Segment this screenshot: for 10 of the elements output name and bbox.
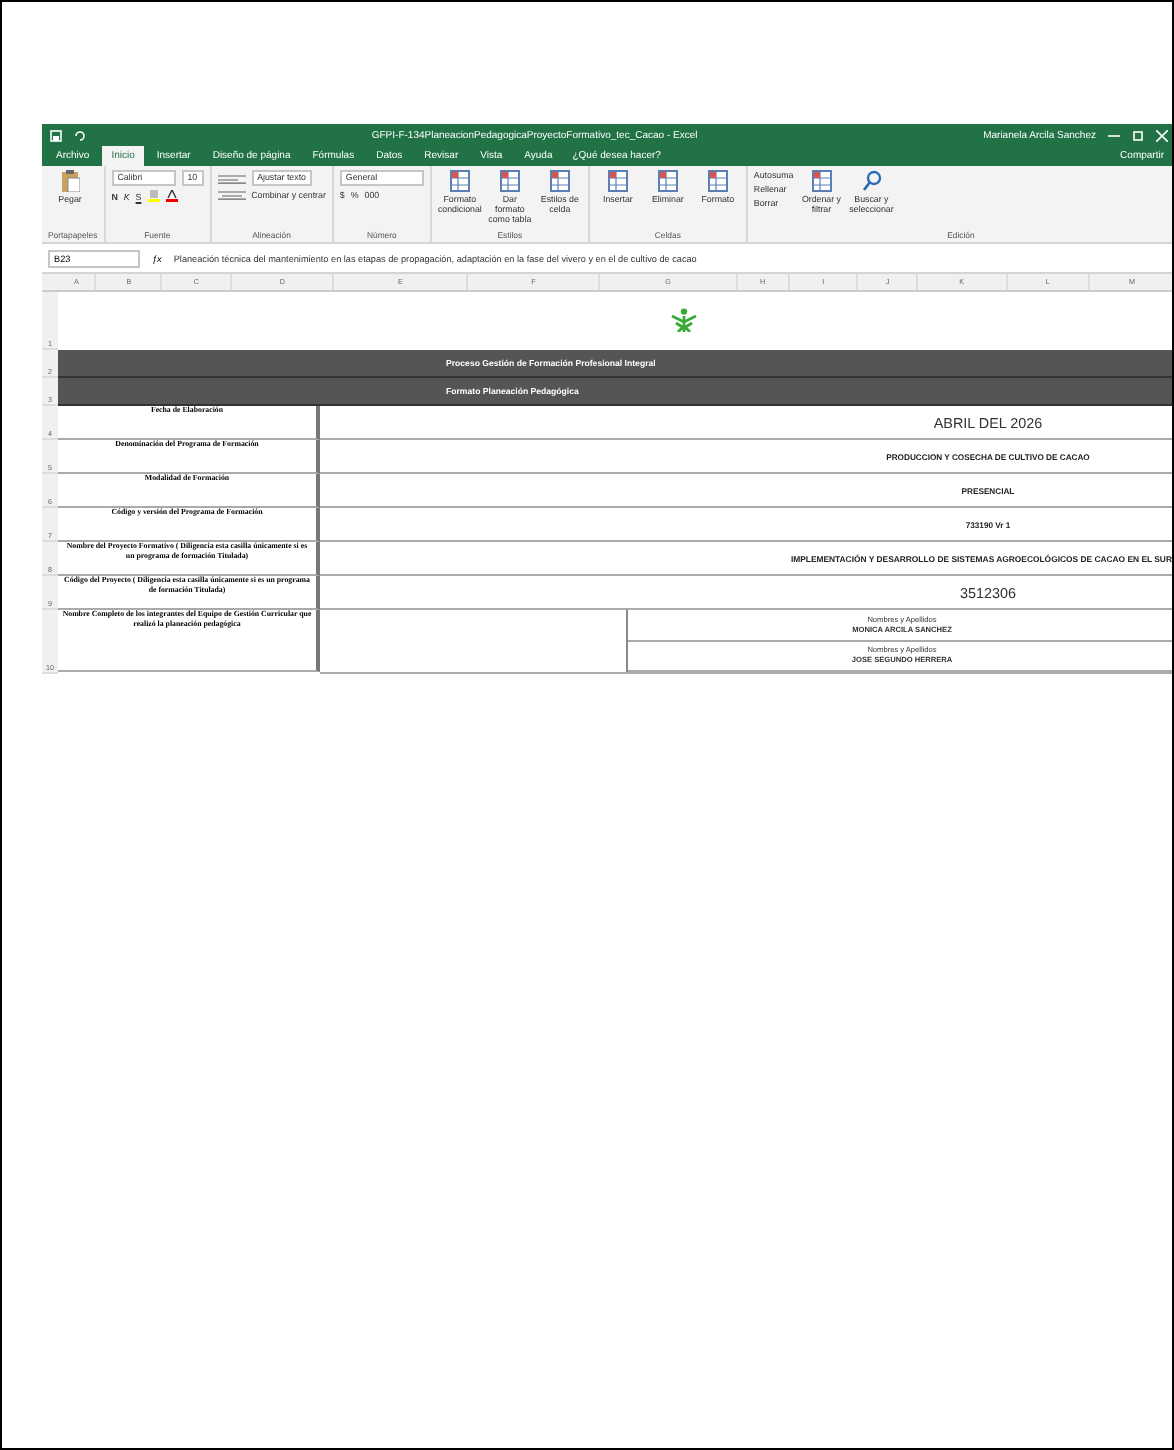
search-icon xyxy=(861,170,882,192)
font-color-icon[interactable] xyxy=(165,190,178,202)
people-logo-icon xyxy=(670,308,698,332)
save-icon[interactable] xyxy=(50,129,62,141)
fill-color-icon[interactable] xyxy=(147,190,160,202)
undo-icon[interactable] xyxy=(74,129,86,141)
minimize-icon[interactable] xyxy=(1108,129,1120,141)
align-lines-icon[interactable] xyxy=(217,190,246,200)
restore-icon[interactable] xyxy=(1132,129,1144,141)
close-icon[interactable] xyxy=(1156,129,1168,141)
